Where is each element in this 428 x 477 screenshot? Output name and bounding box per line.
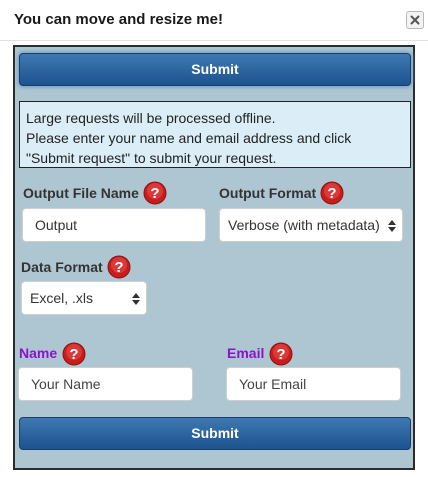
svg-text:?: ? — [150, 185, 159, 202]
submit-button-bottom[interactable]: Submit — [19, 417, 411, 450]
svg-text:?: ? — [69, 346, 78, 363]
help-icon[interactable]: ? — [320, 181, 344, 205]
submit-button-top[interactable]: Submit — [19, 53, 411, 86]
offline-info-box: Large requests will be processed offline… — [19, 101, 411, 168]
data-format-label: Data Format — [21, 259, 103, 275]
dialog-title: You can move and resize me! — [14, 11, 223, 28]
request-form-panel: Submit Large requests will be processed … — [13, 45, 415, 470]
info-line: "Submit request" to submit your request. — [26, 150, 277, 166]
info-line: Large requests will be processed offline… — [26, 110, 276, 126]
updown-arrows-icon — [388, 220, 396, 232]
help-icon[interactable]: ? — [62, 342, 86, 366]
svg-text:?: ? — [114, 259, 123, 276]
name-input[interactable] — [18, 367, 193, 401]
info-line: Please enter your name and email address… — [26, 130, 352, 146]
output-file-name-label: Output File Name — [23, 185, 139, 201]
close-button[interactable] — [406, 11, 424, 29]
output-format-label: Output Format — [219, 185, 317, 201]
svg-text:?: ? — [276, 346, 285, 363]
help-icon[interactable]: ? — [143, 181, 167, 205]
help-icon[interactable]: ? — [269, 342, 293, 366]
email-input[interactable] — [226, 367, 401, 401]
output-format-value: Verbose (with metadata) — [228, 217, 380, 233]
email-label: Email — [227, 345, 265, 361]
name-label: Name — [19, 345, 58, 361]
output-file-name-input[interactable] — [22, 208, 206, 242]
data-format-select[interactable]: Excel, .xls — [21, 281, 147, 315]
data-format-value: Excel, .xls — [30, 290, 94, 306]
output-format-select[interactable]: Verbose (with metadata) — [219, 208, 403, 242]
dialog-titlebar[interactable]: You can move and resize me! — [0, 0, 428, 41]
updown-arrows-icon — [132, 293, 140, 305]
close-icon — [410, 15, 420, 25]
svg-text:?: ? — [327, 185, 336, 202]
help-icon[interactable]: ? — [107, 255, 131, 279]
